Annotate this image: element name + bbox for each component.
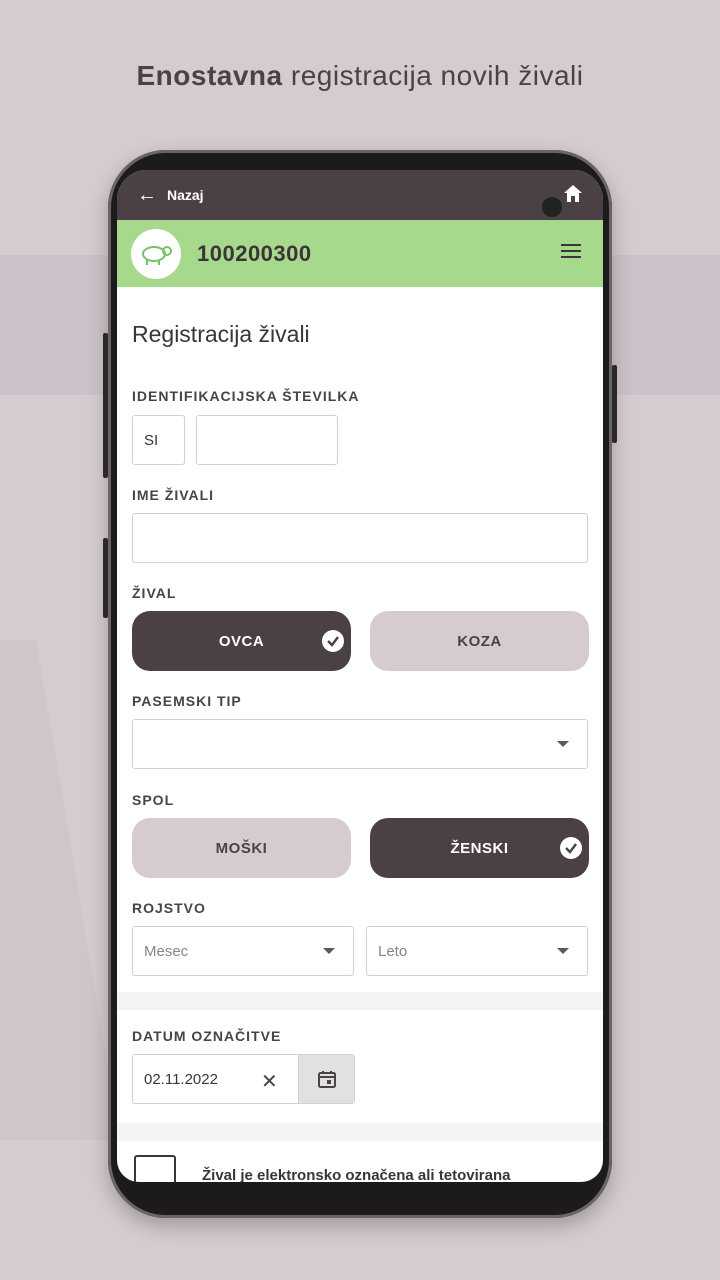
birth-label: ROJSTVO bbox=[132, 900, 206, 916]
sex-option-label: ŽENSKI bbox=[450, 839, 509, 857]
sex-option-female[interactable]: ŽENSKI bbox=[370, 818, 589, 878]
sex-option-label: MOŠKI bbox=[215, 839, 268, 857]
id-label: IDENTIFIKACIJSKA ŠTEVILKA bbox=[132, 388, 360, 404]
app-screen: ← Nazaj 100200300 Registracija živali ID… bbox=[117, 170, 603, 1182]
birth-month-placeholder: Mesec bbox=[144, 942, 189, 960]
phone-side-button bbox=[103, 333, 108, 478]
animal-option-ovca[interactable]: OVCA bbox=[132, 611, 351, 671]
sheep-logo-icon bbox=[131, 228, 181, 279]
app-header: 100200300 bbox=[117, 220, 603, 287]
name-label: IME ŽIVALI bbox=[132, 487, 215, 503]
animal-option-koza[interactable]: KOZA bbox=[370, 611, 589, 671]
calendar-button[interactable] bbox=[298, 1055, 354, 1103]
sex-label: SPOL bbox=[132, 792, 175, 808]
headline-rest: registracija novih živali bbox=[282, 60, 584, 91]
clear-icon[interactable]: ✕ bbox=[261, 1069, 278, 1094]
section-divider bbox=[117, 1123, 603, 1141]
birth-year-placeholder: Leto bbox=[378, 942, 408, 960]
chevron-down-icon bbox=[557, 741, 569, 747]
id-number-input[interactable] bbox=[196, 415, 338, 465]
animal-option-label: KOZA bbox=[457, 632, 502, 650]
top-navigation-bar: ← Nazaj bbox=[117, 170, 603, 220]
animal-name-input[interactable] bbox=[132, 513, 588, 563]
hamburger-menu-icon[interactable] bbox=[561, 244, 581, 260]
chevron-down-icon bbox=[323, 948, 335, 954]
phone-power-button bbox=[612, 365, 617, 443]
sex-option-male[interactable]: MOŠKI bbox=[132, 818, 351, 878]
background-shape bbox=[0, 640, 120, 1140]
tag-date-label: DATUM OZNAČITVE bbox=[132, 1028, 282, 1044]
electronic-tag-label: Žival je elektronsko označena ali tetovi… bbox=[202, 1167, 511, 1182]
back-label[interactable]: Nazaj bbox=[167, 187, 204, 203]
birth-year-select[interactable]: Leto bbox=[366, 926, 588, 976]
tag-date-value: 02.11.2022 bbox=[144, 1070, 218, 1088]
back-arrow-icon[interactable]: ← bbox=[137, 184, 157, 207]
headline-bold: Enostavna bbox=[136, 60, 283, 91]
section-divider bbox=[117, 992, 603, 1010]
birth-month-select[interactable]: Mesec bbox=[132, 926, 354, 976]
promo-headline: Enostavna registracija novih živali bbox=[0, 60, 720, 92]
breed-select[interactable] bbox=[132, 719, 588, 769]
check-icon bbox=[322, 630, 344, 652]
tag-date-input[interactable]: 02.11.2022 ✕ bbox=[132, 1054, 355, 1104]
chevron-down-icon bbox=[557, 948, 569, 954]
id-prefix-value: SI bbox=[144, 431, 159, 449]
animal-option-label: OVCA bbox=[218, 632, 265, 650]
animal-id-title: 100200300 bbox=[197, 240, 312, 266]
phone-side-button bbox=[103, 538, 108, 618]
id-prefix-field[interactable]: SI bbox=[132, 415, 185, 465]
home-icon[interactable] bbox=[561, 182, 585, 206]
form-title: Registracija živali bbox=[132, 321, 310, 347]
electronic-tag-checkbox[interactable] bbox=[134, 1155, 176, 1182]
calendar-icon bbox=[317, 1071, 336, 1088]
check-icon bbox=[560, 837, 582, 859]
phone-camera bbox=[539, 194, 565, 220]
animal-type-label: ŽIVAL bbox=[132, 585, 177, 601]
breed-label: PASEMSKI TIP bbox=[132, 693, 242, 709]
